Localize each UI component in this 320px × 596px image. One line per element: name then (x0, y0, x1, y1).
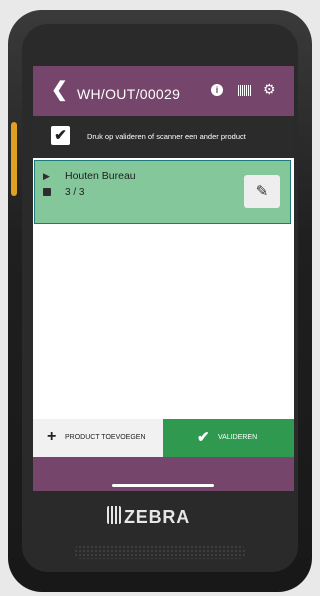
speaker-grille (74, 545, 246, 559)
validate-label: VALIDEREN (218, 434, 258, 441)
validate-button[interactable]: ✔ VALIDEREN (163, 419, 294, 457)
pencil-icon: ✎ (255, 183, 269, 200)
device-brand: ZEBRA (124, 507, 190, 527)
home-indicator[interactable] (112, 484, 214, 487)
system-nav-bar (33, 457, 294, 491)
page-title: WH/OUT/00029 (77, 86, 181, 102)
app-screen: ❮ WH/OUT/00029 i ⚙ ✔ Druk op valideren o… (33, 66, 294, 491)
zebra-logo-icon (107, 506, 121, 524)
top-app-bar: ❮ WH/OUT/00029 i ⚙ (33, 66, 294, 116)
plus-icon: + (47, 428, 57, 445)
scan-instruction-text: Druk op valideren of scanner een ander p… (87, 132, 246, 141)
info-icon[interactable]: i (211, 84, 223, 96)
chevron-left-icon[interactable]: ❮ (51, 80, 68, 100)
tag-icon: ▶ (43, 171, 50, 181)
product-name: Houten Bureau (65, 170, 136, 182)
barcode-icon[interactable] (238, 85, 252, 96)
add-product-label: PRODUCT TOEVOEGEN (65, 434, 146, 441)
product-line-card[interactable]: ▶ Houten Bureau 3 / 3 ✎ (34, 160, 291, 224)
scan-instruction-bar: ✔ Druk op valideren of scanner een ander… (33, 116, 294, 158)
side-scan-button[interactable] (11, 122, 17, 196)
box-icon (43, 188, 51, 196)
add-product-button[interactable]: + PRODUCT TOEVOEGEN (33, 419, 163, 457)
gear-icon[interactable]: ⚙ (263, 81, 276, 98)
edit-button[interactable]: ✎ (244, 175, 280, 208)
product-quantity: 3 / 3 (65, 187, 85, 198)
check-icon: ✔ (197, 429, 210, 446)
scan-checkbox[interactable]: ✔ (51, 126, 70, 145)
